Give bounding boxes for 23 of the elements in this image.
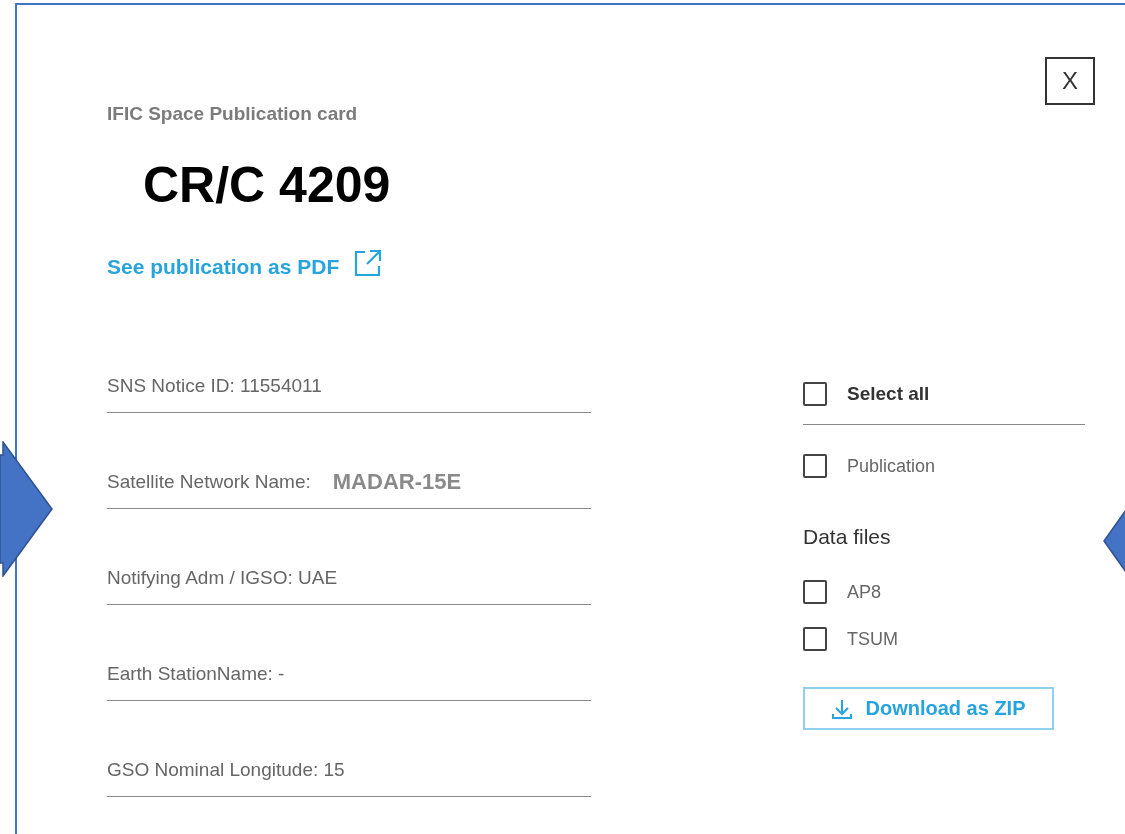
field-value: MADAR-15E <box>332 471 462 493</box>
checkbox[interactable] <box>803 580 827 604</box>
section-heading: Data files <box>803 525 891 549</box>
checkbox[interactable] <box>803 627 827 651</box>
field-label: Notifying Adm / IGSO: UAE <box>107 567 338 589</box>
field-label: GSO Nominal Longitude: 15 <box>107 759 345 781</box>
card-title: IFIC Space Publication card <box>107 102 358 126</box>
close-button[interactable]: X <box>1045 57 1095 105</box>
publication-number: CR/C 4209 <box>143 157 391 213</box>
checkbox-label: Publication <box>847 455 936 477</box>
download-button[interactable]: Download as ZIP <box>803 687 1054 730</box>
external-link-icon <box>353 248 384 278</box>
field-label: Earth StationName: - <box>107 663 285 685</box>
download-icon <box>831 697 854 720</box>
pdf-link[interactable]: See publication as PDF <box>107 253 384 281</box>
checkbox[interactable] <box>803 382 827 406</box>
arrow-left-icon <box>1103 509 1125 573</box>
checkbox-label: Select all <box>847 383 930 405</box>
field-label: Satellite Network Name: <box>107 471 311 493</box>
field-label: SNS Notice ID: 11554011 <box>107 375 322 397</box>
checkbox-label: AP8 <box>847 581 882 603</box>
checkbox-label: TSUM <box>847 628 898 650</box>
checkbox[interactable] <box>803 454 827 478</box>
